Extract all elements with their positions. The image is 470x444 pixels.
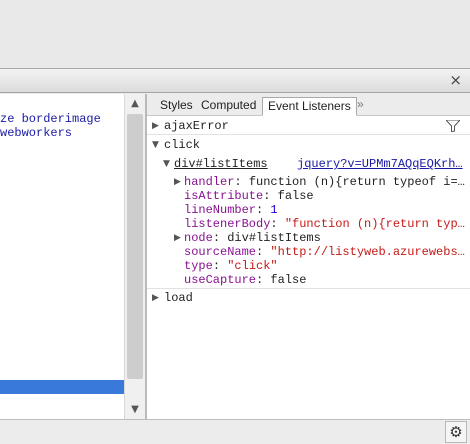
- close-icon[interactable]: ×: [449, 71, 462, 89]
- source-scrollbar[interactable]: ▲ ▼: [124, 94, 145, 419]
- source-pane[interactable]: ze borderimage webworkers: [0, 94, 124, 419]
- scrollbar-thumb[interactable]: [127, 114, 143, 379]
- listener-node-link[interactable]: div#listItems: [174, 155, 268, 173]
- selected-source-line[interactable]: [0, 380, 124, 394]
- collapse-arrow-icon[interactable]: ▼: [152, 136, 159, 154]
- property-name: useCapture: [184, 273, 257, 287]
- listener-node-row[interactable]: ▼ div#listItems jquery?v=UPMm7AQqEQKrh…: [147, 155, 470, 173]
- event-name: click: [164, 138, 201, 152]
- gear-icon[interactable]: ⚙: [445, 421, 467, 443]
- event-row-load[interactable]: ▶ load: [147, 289, 470, 307]
- devtools-titlebar: ×: [0, 69, 470, 93]
- browser-content-area: [0, 0, 470, 68]
- event-row-click[interactable]: ▼ click: [147, 136, 470, 154]
- event-name: ajaxError: [164, 119, 229, 133]
- scroll-down-icon[interactable]: ▼: [125, 401, 145, 418]
- property-row-usecapture: useCapture: false: [147, 271, 470, 289]
- listener-source-link[interactable]: jquery?v=UPMm7AQqEQKrh…: [297, 155, 463, 173]
- tab-styles[interactable]: Styles: [155, 97, 198, 116]
- expand-arrow-icon[interactable]: ▶: [152, 117, 159, 135]
- filter-icon[interactable]: [446, 120, 460, 132]
- event-row-ajaxerror[interactable]: ▶ ajaxError: [147, 117, 470, 135]
- event-name: load: [164, 291, 193, 305]
- more-tabs-icon[interactable]: »: [357, 97, 364, 111]
- sidebar-pane: Styles Computed Event Listeners » ▶ ajax…: [147, 94, 470, 419]
- devtools-statusbar: ⚙: [0, 419, 470, 444]
- tab-event-listeners[interactable]: Event Listeners: [262, 97, 357, 116]
- sidebar-tabstrip: Styles Computed Event Listeners »: [147, 94, 470, 116]
- property: useCapture: false: [184, 273, 307, 287]
- source-line: ze borderimage: [0, 112, 101, 126]
- source-line: webworkers: [0, 126, 73, 140]
- tab-computed[interactable]: Computed: [196, 97, 261, 116]
- property-value: false: [270, 273, 307, 287]
- collapse-arrow-icon[interactable]: ▼: [163, 155, 170, 173]
- scroll-up-icon[interactable]: ▲: [125, 95, 145, 112]
- expand-arrow-icon[interactable]: ▶: [152, 289, 159, 307]
